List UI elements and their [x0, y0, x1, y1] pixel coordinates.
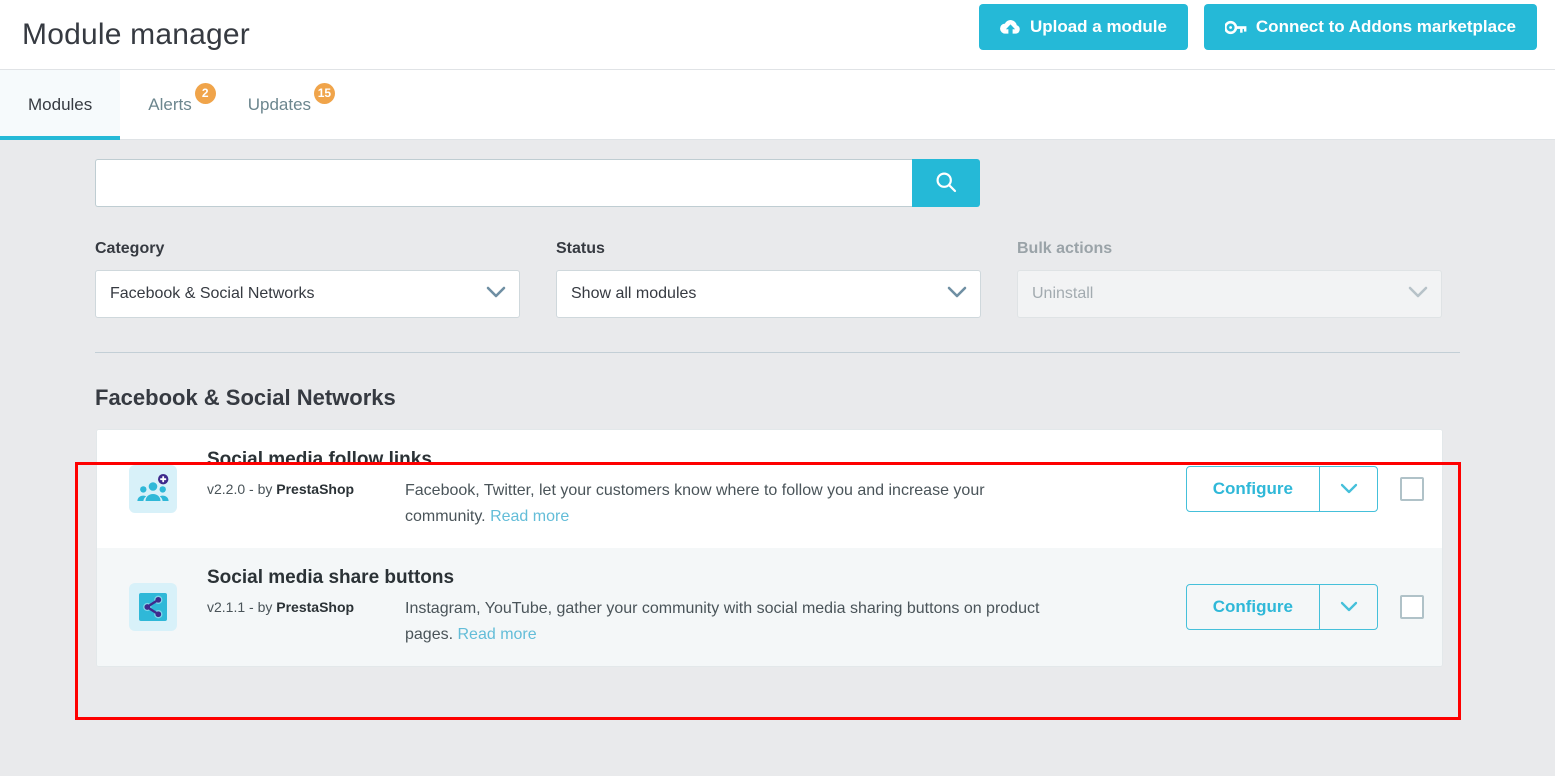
read-more-link[interactable]: Read more: [458, 626, 537, 643]
key-icon: [1224, 20, 1247, 35]
configure-dropdown-button[interactable]: [1319, 585, 1377, 629]
page-title: Module manager: [22, 17, 250, 51]
module-author: PrestaShop: [276, 480, 355, 497]
module-author: PrestaShop: [276, 598, 355, 615]
module-name: Social media share buttons: [207, 566, 455, 588]
chevron-down-icon: [1340, 482, 1358, 497]
filter-status-label: Status: [556, 240, 605, 257]
filter-bulk-actions-label: Bulk actions: [1017, 240, 1113, 257]
header-actions: Upload a module Connect to Addons market…: [978, 4, 1537, 50]
bulk-actions-select: Uninstall: [1017, 270, 1442, 318]
read-more-link[interactable]: Read more: [490, 508, 569, 525]
tab-alerts-badge: 2: [194, 82, 216, 104]
tab-modules[interactable]: Modules: [0, 70, 121, 140]
module-description: Facebook, Twitter, let your customers kn…: [405, 478, 1055, 530]
search-icon: [935, 171, 957, 196]
upload-module-label: Upload a module: [1029, 17, 1167, 36]
tab-alerts[interactable]: Alerts 2: [120, 70, 219, 139]
filter-status: Status Show all modules: [556, 240, 981, 318]
filter-row: Category Facebook & Social Networks Stat…: [95, 240, 1460, 318]
module-version-number: v2.1.1: [207, 598, 246, 615]
module-info: Social media follow links v2.2.0 - by Pr…: [207, 449, 1166, 530]
configure-button-group: Configure: [1185, 584, 1378, 630]
page-header: Module manager Upload a module Connect t…: [0, 0, 1555, 70]
search-button[interactable]: [912, 159, 980, 207]
module-by-prefix: - by: [249, 480, 273, 497]
search-input[interactable]: [95, 159, 912, 207]
tab-updates[interactable]: Updates 15: [220, 70, 339, 139]
tab-updates-badge: 15: [313, 82, 336, 104]
table-row: Social media share buttons v2.1.1 - by P…: [97, 548, 1442, 666]
connect-addons-button[interactable]: Connect to Addons marketplace: [1203, 4, 1537, 50]
module-version: v2.1.1 - by PrestaShop: [207, 596, 405, 615]
module-info: Social media share buttons v2.1.1 - by P…: [207, 567, 1166, 648]
upload-module-button[interactable]: Upload a module: [978, 4, 1188, 50]
connect-addons-label: Connect to Addons marketplace: [1255, 17, 1516, 36]
category-select-value: Facebook & Social Networks: [110, 285, 315, 302]
filter-category: Category Facebook & Social Networks: [95, 240, 520, 318]
module-name: Social media follow links: [207, 448, 432, 470]
tab-modules-label: Modules: [28, 94, 93, 114]
module-list: Social media follow links v2.2.0 - by Pr…: [96, 429, 1443, 667]
module-select-checkbox[interactable]: [1400, 595, 1424, 619]
tab-bar: Modules Alerts 2 Updates 15: [0, 70, 1555, 140]
module-version: v2.2.0 - by PrestaShop: [207, 478, 405, 497]
configure-button[interactable]: Configure: [1187, 467, 1319, 511]
main-content: Category Facebook & Social Networks Stat…: [0, 140, 1555, 775]
table-row: Social media follow links v2.2.0 - by Pr…: [97, 430, 1442, 548]
chevron-down-icon: [1340, 600, 1358, 615]
tab-updates-label: Updates: [247, 94, 312, 114]
filter-bulk-actions: Bulk actions Uninstall: [1017, 240, 1442, 318]
module-actions: Configure: [1185, 584, 1424, 630]
section-divider: [95, 352, 1460, 353]
social-follow-icon: [129, 465, 177, 513]
section-title: Facebook & Social Networks: [95, 385, 396, 410]
status-select[interactable]: Show all modules: [556, 270, 981, 318]
category-select[interactable]: Facebook & Social Networks: [95, 270, 520, 318]
search-bar: [95, 159, 980, 207]
tab-alerts-label: Alerts: [148, 94, 192, 114]
status-select-value: Show all modules: [571, 285, 697, 302]
module-actions: Configure: [1185, 466, 1424, 512]
module-description: Instagram, YouTube, gather your communit…: [405, 596, 1055, 648]
module-by-prefix: - by: [249, 598, 273, 615]
configure-dropdown-button[interactable]: [1319, 467, 1377, 511]
configure-button[interactable]: Configure: [1187, 585, 1319, 629]
configure-button-group: Configure: [1185, 466, 1378, 512]
module-version-number: v2.2.0: [207, 480, 246, 497]
module-select-checkbox[interactable]: [1400, 477, 1424, 501]
filter-category-label: Category: [95, 240, 165, 257]
bulk-actions-select-value: Uninstall: [1032, 285, 1094, 302]
cloud-upload-icon: [999, 19, 1021, 36]
social-share-icon: [129, 583, 177, 631]
